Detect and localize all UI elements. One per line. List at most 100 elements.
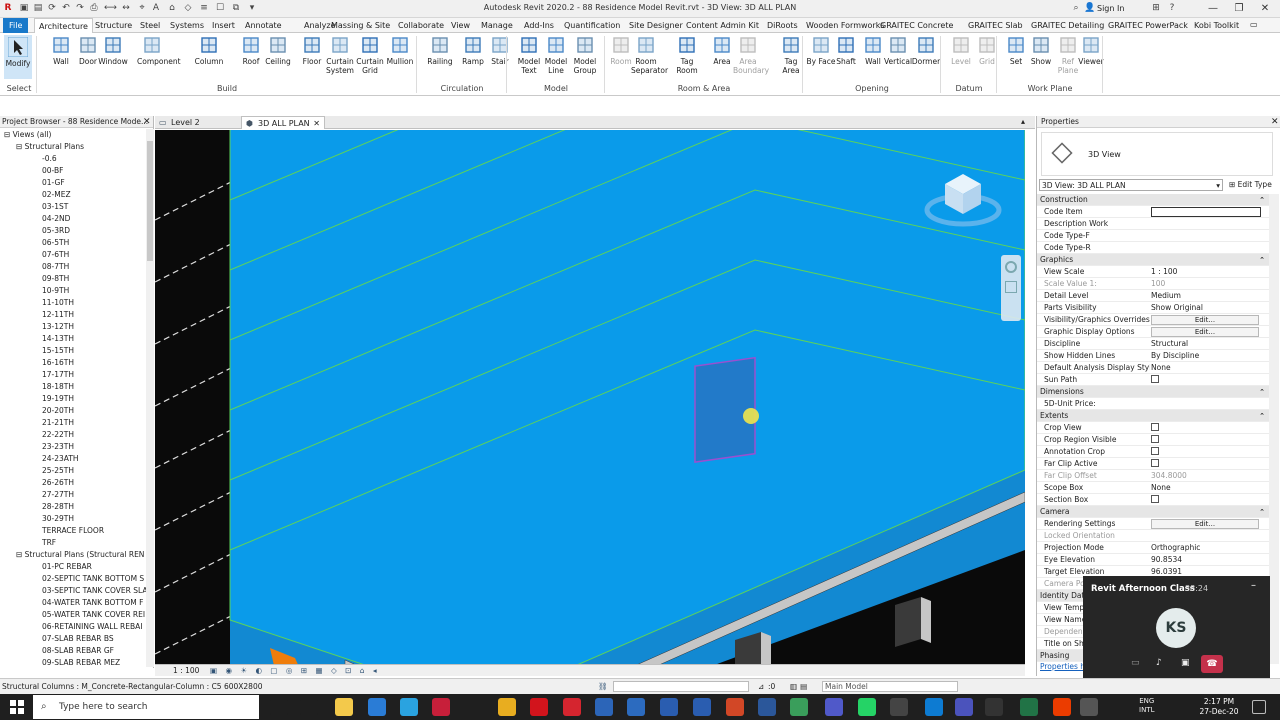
design-options-icons[interactable]: ▥▤: [790, 679, 810, 694]
browser-scrollbar[interactable]: [146, 129, 154, 667]
app-a-icon[interactable]: [595, 698, 613, 716]
tab-structure[interactable]: Structure: [91, 18, 136, 33]
property-row[interactable]: Eye Elevation 90.8534: [1037, 554, 1269, 566]
building-3d-model[interactable]: [155, 130, 1025, 664]
properties-scrollbar[interactable]: [1269, 194, 1279, 664]
tree-view-item[interactable]: -0.6: [0, 153, 146, 165]
panel-select[interactable]: Select: [2, 83, 36, 95]
property-value[interactable]: Show Original: [1151, 302, 1261, 314]
edit-button[interactable]: Edit...: [1151, 315, 1259, 325]
tool-model-group-button[interactable]: Model Group: [570, 35, 600, 75]
close-button[interactable]: ✕: [1252, 0, 1278, 18]
view-cube[interactable]: [923, 170, 1003, 230]
property-row[interactable]: Scale Value 1: 100: [1037, 278, 1269, 290]
tree-view-item[interactable]: 00-BF: [0, 165, 146, 177]
tool-component-button[interactable]: Component: [137, 35, 181, 66]
tool-railing-button[interactable]: Railing: [425, 35, 455, 66]
property-row[interactable]: Far Clip Offset 304.8000: [1037, 470, 1269, 482]
tree-view-item[interactable]: 04-WATER TANK BOTTOM F: [0, 597, 146, 609]
tree-view-item[interactable]: 16-16TH: [0, 357, 146, 369]
property-section[interactable]: Construction ⌃: [1037, 194, 1269, 206]
user-icon[interactable]: 👤: [1084, 2, 1096, 14]
tree-view-item[interactable]: 14-13TH: [0, 333, 146, 345]
tab-architecture[interactable]: Architecture: [34, 18, 93, 34]
tab-view[interactable]: View: [447, 18, 474, 33]
property-value[interactable]: By Discipline: [1151, 350, 1261, 362]
tab-kobi-toolkit[interactable]: Kobi Toolkit: [1190, 18, 1243, 33]
zoom-icon[interactable]: [1005, 281, 1017, 293]
property-section[interactable]: Graphics ⌃: [1037, 254, 1269, 266]
property-row[interactable]: Sun Path: [1037, 374, 1269, 386]
property-row[interactable]: Code Item: [1037, 206, 1269, 218]
tree-view-item[interactable]: 09-8TH: [0, 273, 146, 285]
property-value[interactable]: [1151, 207, 1261, 217]
revit-icon[interactable]: [660, 698, 678, 716]
tree-view-item[interactable]: 30-29TH: [0, 513, 146, 525]
property-value[interactable]: Orthographic: [1151, 542, 1261, 554]
file-explorer-icon[interactable]: [335, 698, 353, 716]
tab-site-designer[interactable]: Site Designer: [625, 18, 687, 33]
property-row[interactable]: Detail Level Medium: [1037, 290, 1269, 302]
property-checkbox[interactable]: [1151, 447, 1159, 455]
tool-area-boundary-button[interactable]: Area Boundary: [733, 35, 769, 75]
tab-manage[interactable]: Manage: [477, 18, 517, 33]
cortana-icon[interactable]: [270, 698, 288, 716]
acrobat-icon[interactable]: [530, 698, 548, 716]
minimize-button[interactable]: —: [1200, 0, 1226, 18]
type-selector-preview[interactable]: 3D View: [1041, 132, 1273, 176]
settings-icon[interactable]: [1080, 698, 1098, 716]
property-value[interactable]: None: [1151, 362, 1261, 374]
meeting-popup[interactable]: Revit Afternoon Class 38:24 – KS ▭ ♪ ▣ ☎: [1083, 576, 1270, 682]
chrome-icon[interactable]: [498, 698, 516, 716]
property-row[interactable]: Graphic Display Options Edit...: [1037, 326, 1269, 338]
share-screen-icon[interactable]: ▣: [1181, 658, 1195, 672]
tool-wall-button[interactable]: Wall: [46, 35, 76, 66]
tree-view-item[interactable]: 12-11TH: [0, 309, 146, 321]
tree-view-item[interactable]: TERRACE FLOOR: [0, 525, 146, 537]
edit-button[interactable]: Edit...: [1151, 327, 1259, 337]
mail-icon[interactable]: [368, 698, 386, 716]
close-tab-icon[interactable]: ✕: [313, 117, 320, 130]
tool-column-button[interactable]: Column: [194, 35, 224, 66]
tree-view-item[interactable]: 22-22TH: [0, 429, 146, 441]
property-checkbox[interactable]: [1151, 375, 1159, 383]
property-value[interactable]: None: [1151, 482, 1261, 494]
tree-view-item[interactable]: 07-6TH: [0, 249, 146, 261]
tool-curtain-grid-button[interactable]: Curtain Grid: [355, 35, 385, 75]
view-control-icons[interactable]: ▣ ◉ ☀ ◐ ▢ ◎ ⊞ ▦ ◇ ⊡ ⌂ ◂: [210, 665, 380, 676]
tree-view-item[interactable]: 28-28TH: [0, 501, 146, 513]
tab-graitec-detailing[interactable]: GRAITEC Detailing: [1027, 18, 1108, 33]
edit-type-button[interactable]: ⊞ Edit Type: [1229, 179, 1272, 191]
tool-curtain-system-button[interactable]: Curtain System: [325, 35, 355, 75]
teams-icon[interactable]: [825, 698, 843, 716]
media-icon[interactable]: [890, 698, 908, 716]
tab-add-ins[interactable]: Add-Ins: [520, 18, 558, 33]
tool-grid-button[interactable]: Grid: [972, 35, 1002, 66]
ribbon-toggle-icon[interactable]: ▭: [1250, 20, 1258, 29]
collapse-icon[interactable]: ⌃: [1259, 194, 1265, 206]
tree-view-item[interactable]: 10-9TH: [0, 285, 146, 297]
tab-annotate[interactable]: Annotate: [241, 18, 286, 33]
tree-view-item[interactable]: 26-26TH: [0, 477, 146, 489]
property-section[interactable]: Camera ⌃: [1037, 506, 1269, 518]
tool-modify-button[interactable]: Modify: [4, 35, 32, 79]
tree-view-item[interactable]: 25-25TH: [0, 465, 146, 477]
collapse-icon[interactable]: ⊟: [16, 142, 25, 151]
tool-model-text-button[interactable]: Model Text: [514, 35, 544, 75]
collapse-icon[interactable]: ⌃: [1259, 386, 1265, 398]
property-row[interactable]: Locked Orientation: [1037, 530, 1269, 542]
tree-view-item[interactable]: 24-23ATH: [0, 453, 146, 465]
excel-icon[interactable]: [1020, 698, 1038, 716]
tree-view-item[interactable]: 08-SLAB REBAR GF: [0, 645, 146, 657]
tree-group[interactable]: ⊟ Structural Plans (Structural REN: [0, 549, 146, 561]
filter-icon[interactable]: ⊿: [758, 679, 764, 694]
tool-vertical-button[interactable]: Vertical: [883, 35, 913, 66]
maximize-button[interactable]: ❐: [1226, 0, 1252, 18]
word-icon[interactable]: [758, 698, 776, 716]
tree-view-item[interactable]: 02-MEZ: [0, 189, 146, 201]
tool-shaft-button[interactable]: Shaft: [831, 35, 861, 66]
property-row[interactable]: Crop View: [1037, 422, 1269, 434]
tree-view-item[interactable]: 08-7TH: [0, 261, 146, 273]
property-value[interactable]: Medium: [1151, 290, 1261, 302]
navisworks-icon[interactable]: [627, 698, 645, 716]
